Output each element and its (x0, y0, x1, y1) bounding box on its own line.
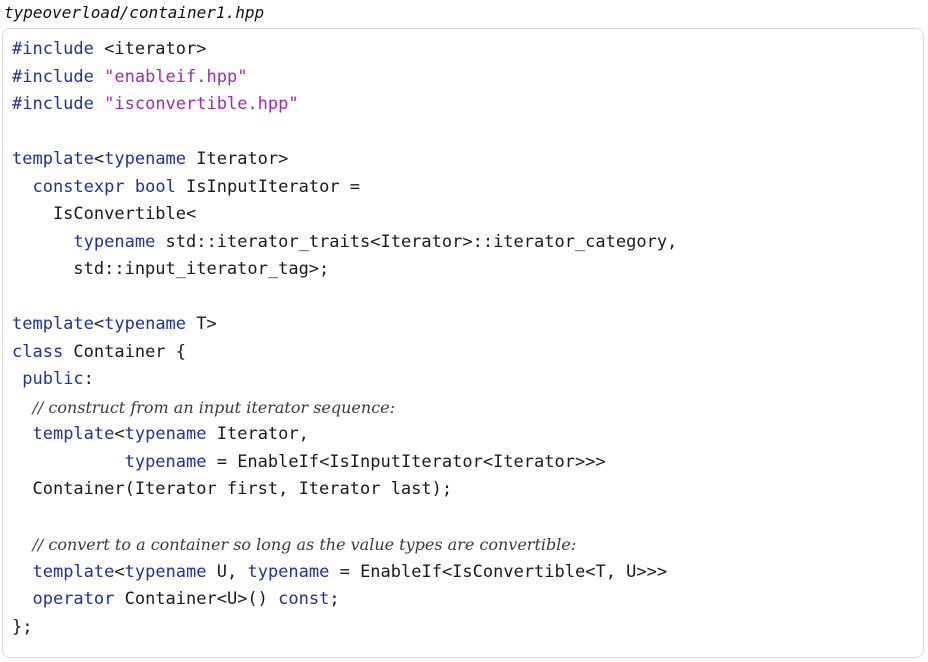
keyword-token: operator (32, 589, 115, 609)
code-line: std::input_iterator_tag>; (12, 256, 923, 284)
code-token: < (114, 561, 125, 582)
code-line: public: (12, 366, 923, 394)
code-token: std::input_iterator_tag>; (12, 259, 330, 279)
keyword-token: template (32, 561, 115, 582)
code-line: #include "isconvertible.hpp" (12, 91, 923, 119)
preprocessor-token: #include (12, 39, 94, 59)
keyword-token: typename (124, 561, 207, 582)
comment-token: // construct from an input iterator sequ… (32, 397, 396, 417)
code-token: }; (12, 616, 33, 637)
string-token: "enableif.hpp" (104, 66, 248, 87)
keyword-token: typename (124, 451, 207, 472)
code-token: < (114, 424, 125, 444)
code-line: typename std::iterator_traits<Iterator>:… (12, 229, 923, 257)
code-line: }; (12, 614, 923, 642)
code-token: Container(Iterator first, Iterator last)… (12, 479, 453, 499)
code-token: Container { (63, 341, 187, 362)
code-token: < (93, 314, 105, 334)
code-token: < (93, 149, 105, 169)
code-token: U, (206, 561, 248, 582)
code-token: : (83, 369, 94, 389)
keyword-token: bool (134, 176, 176, 197)
code-token: Iterator, (206, 424, 309, 444)
code-line: template<typename Iterator> (12, 146, 923, 174)
code-line: #include <iterator> (12, 36, 923, 64)
keyword-token: typename (104, 149, 187, 169)
keyword-token: typename (124, 424, 207, 444)
code-token: std::iterator_traits<Iterator>::iterator… (155, 231, 678, 252)
preprocessor-token: #include (12, 66, 94, 87)
keyword-token: template (12, 149, 94, 169)
code-line: template<typename T> (12, 311, 923, 339)
keyword-token: constexpr (32, 176, 125, 197)
code-token: IsInputIterator = (175, 176, 361, 197)
code-token: Container<U>() (114, 589, 279, 609)
keyword-token: template (12, 314, 94, 334)
code-line: // construct from an input iterator sequ… (12, 394, 923, 422)
code-listing: #include <iterator> #include "enableif.hp… (2, 28, 924, 658)
code-token: T> (186, 314, 217, 334)
code-token: IsConvertible< (12, 204, 197, 224)
code-line: constexpr bool IsInputIterator = (12, 174, 923, 202)
code-line: typename = EnableIf<IsInputIterator<Iter… (12, 449, 923, 477)
keyword-token: class (12, 341, 64, 362)
code-line: #include "enableif.hpp" (12, 64, 923, 92)
string-token: "isconvertible.hpp" (104, 94, 299, 114)
keyword-token: typename (247, 561, 330, 582)
code-line: template<typename U, typename = EnableIf… (12, 559, 923, 587)
code-line: Container(Iterator first, Iterator last)… (12, 476, 923, 504)
keyword-token: typename (73, 231, 156, 252)
code-line: operator Container<U>() const; (12, 586, 923, 614)
code-token: Iterator> (186, 149, 289, 169)
code-line: template<typename Iterator, (12, 421, 923, 449)
keyword-token: typename (104, 314, 187, 334)
keyword-token: template (32, 424, 115, 444)
keyword-token: public (22, 369, 84, 389)
file-title: typeoverload/container1.hpp (4, 3, 265, 22)
code-line: // convert to a container so long as the… (12, 531, 923, 559)
code-token: = EnableIf<IsInputIterator<Iterator>>> (206, 451, 606, 472)
comment-token: // convert to a container so long as the… (32, 535, 577, 554)
code-token: <iterator> (93, 39, 207, 59)
code-token: ; (329, 589, 340, 609)
keyword-token: const (278, 589, 330, 609)
code-line: IsConvertible< (12, 201, 923, 229)
code-token: = EnableIf<IsConvertible<T, U>>> (329, 561, 668, 582)
code-line: class Container { (12, 339, 923, 367)
preprocessor-token: #include (12, 94, 94, 114)
